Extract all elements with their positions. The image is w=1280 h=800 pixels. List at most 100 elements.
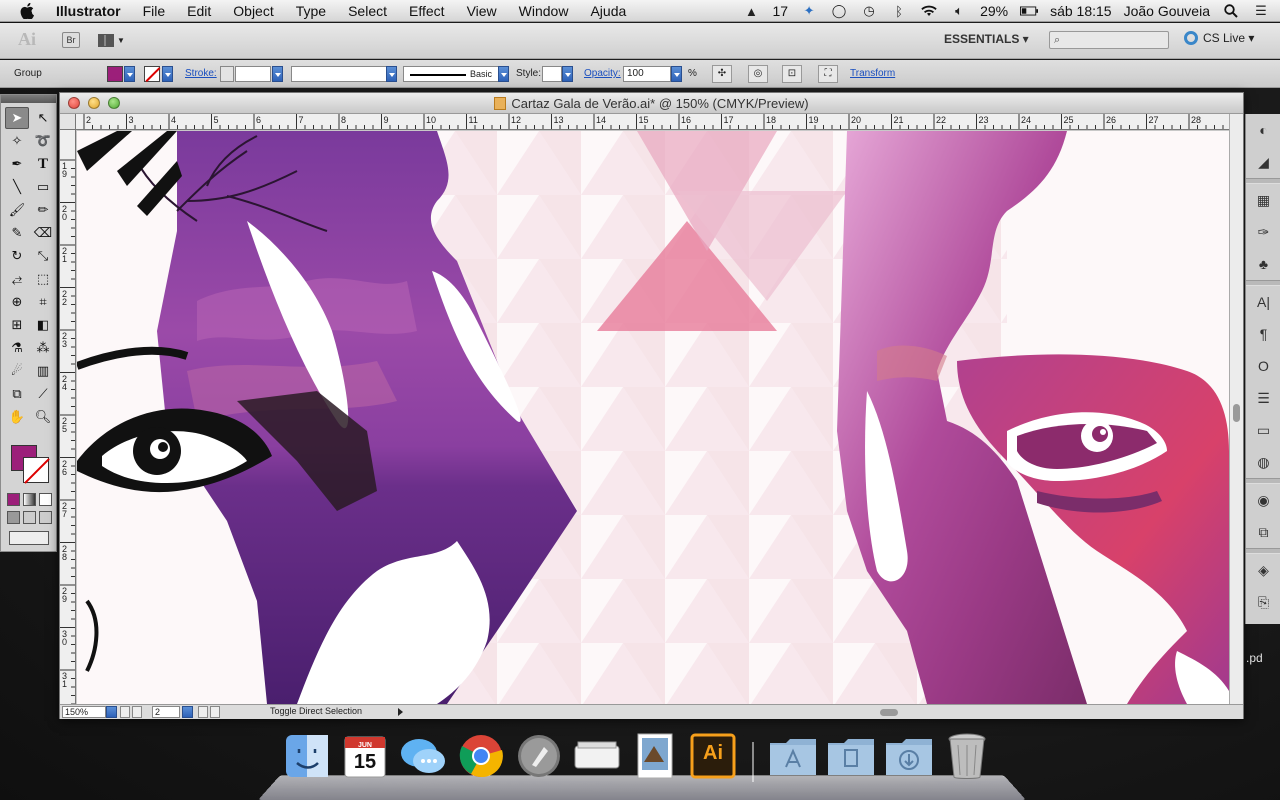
graphic-style-swatch[interactable] <box>542 66 562 82</box>
stroke-panel-link[interactable]: Stroke: <box>185 68 217 79</box>
draw-behind-button[interactable] <box>23 511 36 524</box>
menu-select[interactable]: Select <box>337 0 398 22</box>
fill-stroke-indicator[interactable] <box>9 443 53 487</box>
time-machine-icon[interactable]: ◷ <box>860 3 878 19</box>
next-artboard-button[interactable] <box>198 706 208 718</box>
isolate-group-icon[interactable]: ◎ <box>748 65 768 83</box>
align-reference-icon[interactable]: ⊡ <box>782 65 802 83</box>
vertical-ruler[interactable]: 1 9 2 0 2 1 2 2 2 3 2 4 2 5 2 6 2 7 2 8 2 9 3 0 3 1 <box>60 130 76 704</box>
fill-color-swatch[interactable] <box>107 66 123 82</box>
stroke-weight-dropdown[interactable] <box>272 66 283 82</box>
menu-file[interactable]: File <box>132 0 177 22</box>
spotlight-search-icon[interactable] <box>1222 3 1240 19</box>
free-transform-tool-icon[interactable]: ⬚ <box>31 268 55 290</box>
menu-type[interactable]: Type <box>285 0 337 22</box>
menu-edit[interactable]: Edit <box>176 0 222 22</box>
menu-clock[interactable]: sáb 18:15 <box>1050 3 1112 19</box>
desktop-file-label[interactable]: .pd <box>1246 651 1263 665</box>
stroke-swatch[interactable] <box>23 457 49 483</box>
zoom-tool-icon[interactable]: 🔍︎ <box>31 406 55 428</box>
arrange-documents-button[interactable]: ▼ <box>98 32 128 48</box>
brush-dropdown[interactable] <box>498 66 509 82</box>
slice-tool-icon[interactable]: ⟋ <box>31 383 55 405</box>
paintbrush-tool-icon[interactable]: 🖌︎ <box>5 199 29 221</box>
width-tool-icon[interactable]: ⥄ <box>5 268 29 290</box>
horizontal-scroll-thumb[interactable] <box>880 709 898 716</box>
cs-live-button[interactable]: CS Live ▾ <box>1184 31 1254 45</box>
artboard-dropdown[interactable] <box>182 706 193 718</box>
opentype-panel-icon[interactable]: O <box>1246 350 1280 382</box>
gradient-mode-button[interactable] <box>23 493 36 506</box>
stroke-weight-stepper[interactable] <box>220 66 234 82</box>
status-menu-arrow[interactable] <box>398 708 403 716</box>
transform-panel-link[interactable]: Transform <box>850 68 895 79</box>
illustrator-dock-icon[interactable]: Ai <box>688 730 738 782</box>
volume-icon[interactable]: 🔈︎ <box>950 3 968 19</box>
layers-panel-icon[interactable]: ◈ <box>1246 554 1280 586</box>
menu-user-name[interactable]: João Gouveia <box>1124 3 1210 19</box>
magic-wand-tool-icon[interactable]: ✧ <box>5 130 29 152</box>
shape-builder-tool-icon[interactable]: ⊕ <box>5 291 29 313</box>
direct-selection-tool-icon[interactable]: ↖ <box>31 107 55 129</box>
stroke-color-swatch[interactable] <box>144 66 160 82</box>
stroke-dropdown-arrow[interactable] <box>162 66 173 82</box>
eraser-tool-icon[interactable]: ⌫ <box>31 222 55 244</box>
launchpad-icon[interactable] <box>514 730 564 782</box>
horizontal-ruler[interactable]: 2 3 4 5 6 7 8 9 10 11 12 13 14 15 16 17 18 19 20 21 22 23 24 25… <box>76 114 1229 130</box>
opacity-dropdown[interactable] <box>671 66 682 82</box>
lasso-tool-icon[interactable]: ➰ <box>31 130 55 152</box>
menu-app-illustrator[interactable]: Illustrator <box>50 0 132 22</box>
color-mode-button[interactable] <box>7 493 20 506</box>
color-panel-icon[interactable]: ◐ <box>1246 114 1280 146</box>
symbols-panel-icon[interactable]: ♣ <box>1246 248 1280 280</box>
blend-tool-icon[interactable]: ⁂ <box>31 337 55 359</box>
menu-object[interactable]: Object <box>222 0 284 22</box>
menu-window[interactable]: Window <box>508 0 580 22</box>
transparency-panel-icon[interactable]: ◍ <box>1246 446 1280 478</box>
brush-definition[interactable]: Basic <box>403 66 499 82</box>
pen-tool-icon[interactable]: ✒ <box>5 153 29 175</box>
blob-brush-tool-icon[interactable]: ✎ <box>5 222 29 244</box>
none-mode-button[interactable] <box>39 493 52 506</box>
artboards-panel-icon[interactable]: ⎘ <box>1246 586 1280 618</box>
battery-icon[interactable] <box>1020 3 1039 19</box>
draw-normal-button[interactable] <box>7 511 20 524</box>
notification-list-icon[interactable]: ☰ <box>1252 3 1270 19</box>
opacity-input[interactable]: 100 <box>623 66 671 82</box>
mesh-tool-icon[interactable]: ⊞ <box>5 314 29 336</box>
apple-menu-icon[interactable] <box>18 2 36 20</box>
draw-inside-button[interactable] <box>39 511 52 524</box>
calendar-icon[interactable]: JUN 15 <box>340 730 390 782</box>
brushes-panel-icon[interactable]: ✑ <box>1246 216 1280 248</box>
gradient-panel-icon[interactable]: ▭ <box>1246 414 1280 446</box>
eyedropper-tool-icon[interactable]: ⚗ <box>5 337 29 359</box>
menu-help[interactable]: Ajuda <box>579 0 637 22</box>
wifi-icon[interactable] <box>920 3 938 19</box>
rotate-tool-icon[interactable]: ↻ <box>5 245 29 267</box>
artboard-tool-icon[interactable]: ⧉ <box>5 383 29 405</box>
preview-app-icon[interactable] <box>630 730 680 782</box>
artboard-canvas[interactable] <box>77 131 1229 704</box>
trash-icon[interactable] <box>942 730 992 782</box>
chrome-icon[interactable] <box>456 730 506 782</box>
width-profile-dropdown[interactable] <box>386 66 397 82</box>
menu-effect[interactable]: Effect <box>398 0 456 22</box>
transform-icon[interactable]: ⛶ <box>818 65 838 83</box>
pencil-tool-icon[interactable]: ✏ <box>31 199 55 221</box>
adobe-updates-icon[interactable]: ▲ <box>742 3 760 19</box>
character-panel-icon[interactable]: A| <box>1246 286 1280 318</box>
color-guide-icon[interactable]: ◢ <box>1246 146 1280 178</box>
symbol-sprayer-tool-icon[interactable]: ☄ <box>5 360 29 382</box>
artboard-number-input[interactable]: 2 <box>152 706 180 718</box>
vertical-scroll-thumb[interactable] <box>1233 404 1240 422</box>
opacity-panel-link[interactable]: Opacity: <box>584 68 621 79</box>
paragraph-panel-icon[interactable]: ¶ <box>1246 318 1280 350</box>
recolor-artwork-icon[interactable]: ✣ <box>712 65 732 83</box>
variable-width-profile[interactable] <box>291 66 387 82</box>
workspace-switcher[interactable]: ESSENTIALS ▾ <box>944 32 1029 46</box>
column-graph-tool-icon[interactable]: ▥ <box>31 360 55 382</box>
bluetooth-icon[interactable]: ᛒ <box>890 3 908 19</box>
gradient-tool-icon[interactable]: ◧ <box>31 314 55 336</box>
stroke-panel-icon[interactable]: ☰ <box>1246 382 1280 414</box>
vertical-scrollbar[interactable] <box>1229 114 1243 704</box>
